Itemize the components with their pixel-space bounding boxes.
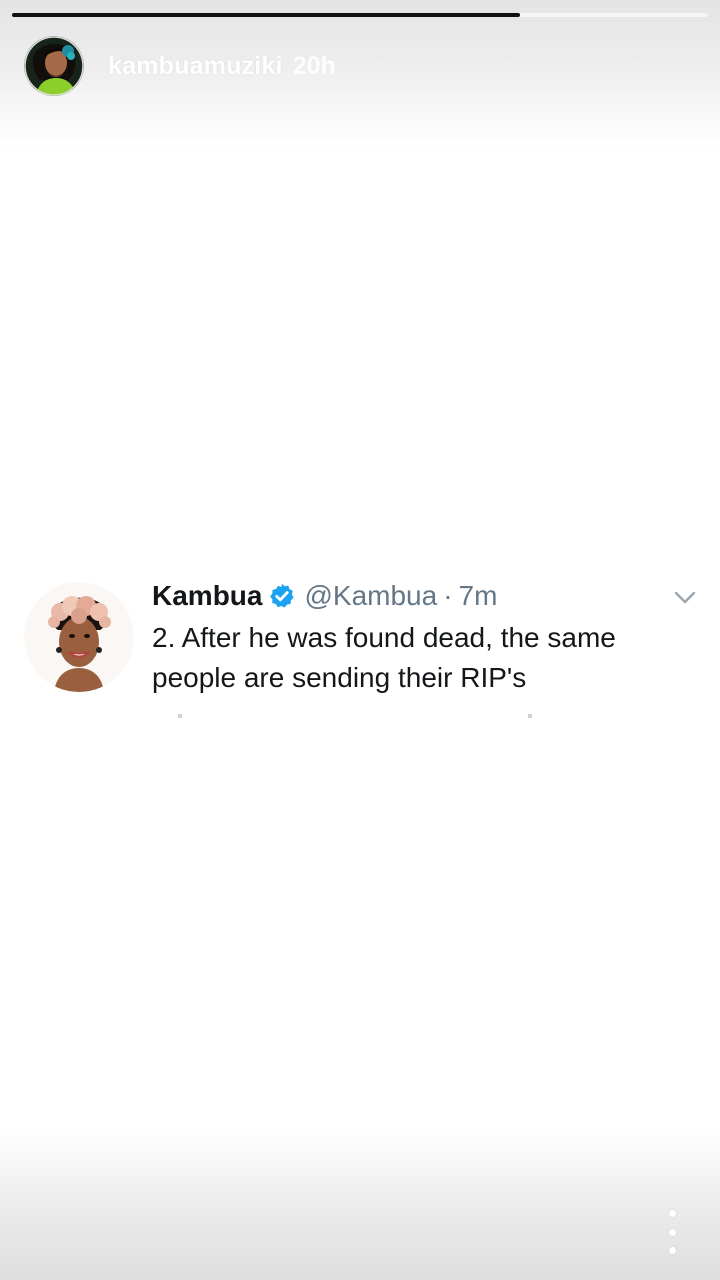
chevron-down-icon [674,591,696,604]
more-vertical-icon[interactable] [660,1210,684,1254]
tweet-handle: @Kambua [304,580,438,611]
profile-avatar-image [24,36,84,96]
tweet-header: Kambua @Kambua · 7m [152,580,497,612]
story-header[interactable]: kambuamuziki 20h [24,36,336,96]
menu-dot [668,1247,676,1254]
story-viewer[interactable]: kambuamuziki 20h Kambua @Kambua · 7m 2. … [0,0,720,1280]
menu-dot [668,1228,676,1236]
menu-dot [668,1210,676,1217]
story-username[interactable]: kambuamuziki [108,52,283,81]
story-progress-track [12,13,708,17]
profile-avatar[interactable] [24,36,84,96]
tweet-crop-edge [164,714,704,718]
story-timestamp: 20h [292,51,336,80]
bottom-gradient-overlay [0,1130,720,1280]
tweet-separator: · [443,580,453,611]
verified-badge-icon [270,583,295,608]
story-progress-bar [12,13,521,17]
tweet-screenshot: Kambua @Kambua · 7m 2. After he was foun… [14,568,720,720]
tweet-avatar [24,582,134,692]
tweet-time: 7m [458,580,498,611]
tweet-avatar-image [24,582,134,692]
tweet-text: 2. After he was found dead, the same peo… [152,622,616,693]
tweet-author-name: Kambua [152,580,263,611]
